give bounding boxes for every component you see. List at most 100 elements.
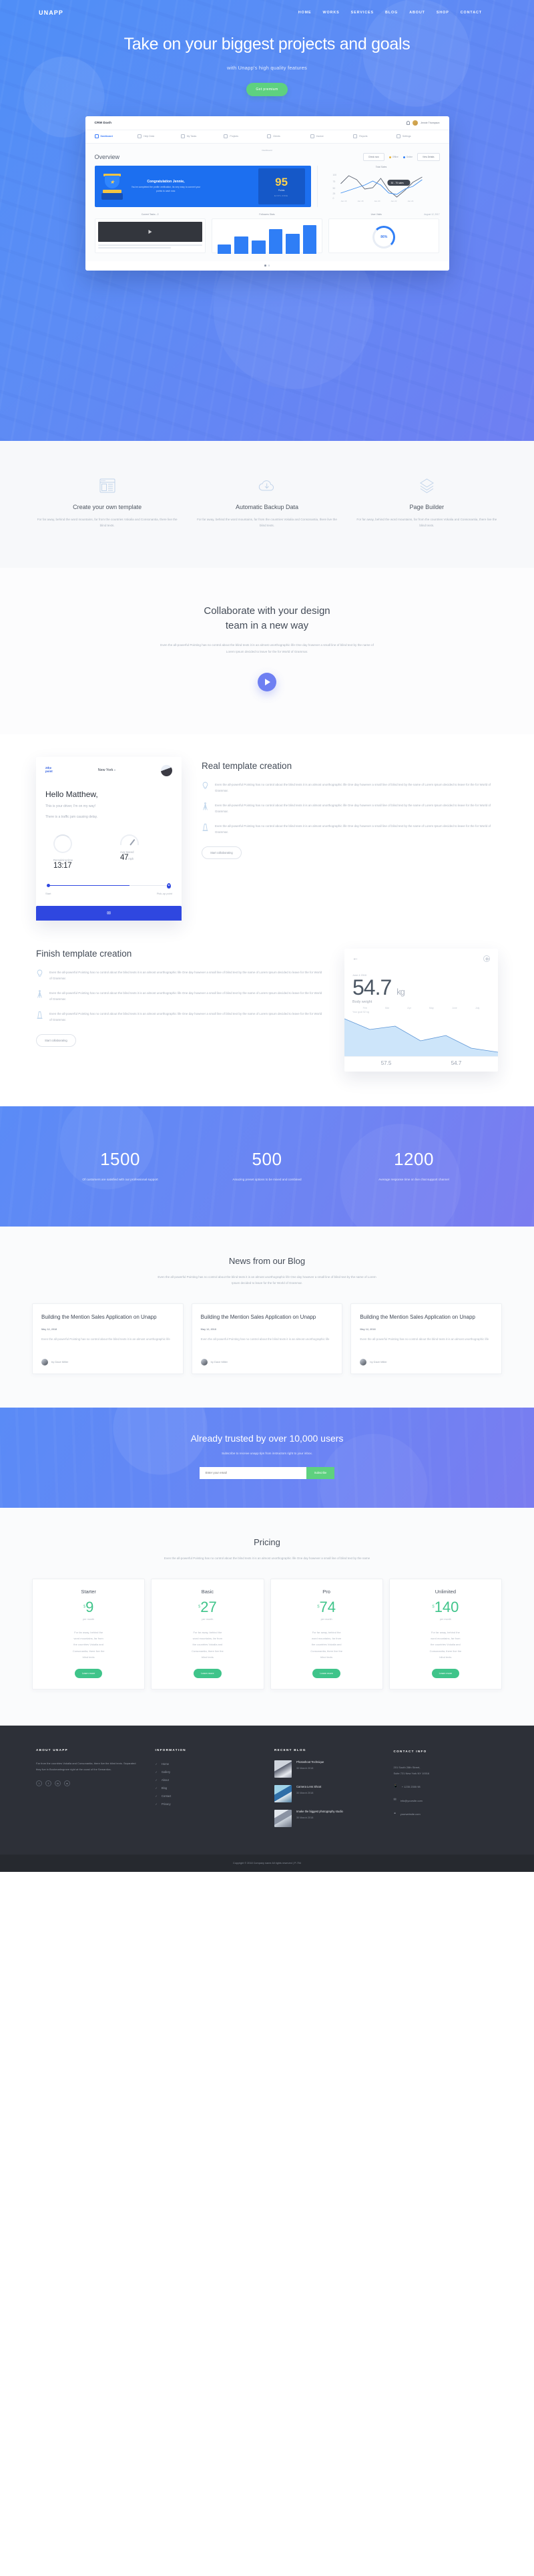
bullet-item: Even the all-powerful Pointing has no co… (36, 1011, 324, 1023)
footer-information-column: INFORMATION Home Gallery About Blog Cont… (156, 1748, 260, 1834)
contact-phone-row[interactable]: 📱 + 1235 2355 98 (394, 1783, 499, 1791)
plan-cta-button[interactable]: Learn more (74, 1669, 103, 1679)
svg-text:Jan 20: Jan 20 (374, 200, 380, 202)
view-details-button[interactable]: View Details (417, 153, 440, 161)
dashboard-tab-clients[interactable]: Clients (267, 134, 310, 138)
dashboard-tab-settings[interactable]: Settings (396, 134, 440, 138)
dashboard-user-area[interactable]: Jennie Thompson (406, 120, 440, 126)
dashboard-tab-invoice[interactable]: Invoice (310, 134, 354, 138)
map-pin-icon (167, 882, 171, 889)
chart-tick: Feb (362, 1006, 367, 1009)
plan-feature: Consonantia, there live the (429, 1649, 462, 1653)
section-title: Real template creation (202, 760, 292, 771)
nav-link-contact[interactable]: CONTACT (461, 11, 482, 15)
stat-item: 500 Amazing preset options to be mixed a… (194, 1149, 340, 1183)
get-premium-button[interactable]: Get premium (246, 83, 288, 96)
author-name: by Dave Miller (210, 1360, 228, 1364)
dashboard-tabs: Dashboard Help Desk My Tasks Projects Cl… (85, 130, 449, 144)
blog-card-title: Building the Mention Sales Application o… (360, 1314, 475, 1321)
dashboard-tab-projects[interactable]: Projects (224, 134, 267, 138)
user-visits-date[interactable]: August 12, 2017 (424, 213, 439, 216)
plan-feature: blind texts (439, 1655, 452, 1659)
footer-links: Home Gallery About Blog Contact Privacy (156, 1760, 260, 1808)
contact-email-row[interactable]: ✉ info@yoursite.com (394, 1796, 499, 1804)
dashboard-tab-dashboard[interactable]: Dashboard (94, 134, 138, 138)
main-navigation: UNAPP HOME WORKS SERVICES BLOG ABOUT SHO… (0, 0, 534, 16)
blog-card-date: May 12, 2018 (41, 1327, 57, 1331)
dashboard-lower-grid: Current Tasks - 2 Followers Stats User V… (94, 213, 440, 254)
plan-cta-button[interactable]: Learn more (194, 1669, 222, 1679)
check-now-button[interactable]: Check now (362, 153, 384, 161)
plan-cta-button[interactable]: Learn more (312, 1669, 340, 1679)
start-collaborating-button[interactable]: Start collaborating (202, 846, 242, 859)
footer-link-home[interactable]: Home (156, 1760, 260, 1768)
linkedin-icon[interactable]: in (55, 1780, 61, 1786)
blog-card[interactable]: Building the Mention Sales Application o… (32, 1303, 184, 1374)
footer-contact-column: CONTACT INFO 201 South 28th Street, Suit… (394, 1748, 499, 1834)
video-thumbnail[interactable] (97, 222, 202, 242)
plan-feature: the countries Vokalia and (311, 1643, 342, 1647)
total-sales-title: Total Sales (375, 166, 387, 168)
tab-label: Reports (359, 135, 368, 138)
plan-features: For far away, behind the word mountains,… (278, 1629, 376, 1660)
play-button[interactable] (258, 672, 276, 691)
facebook-icon[interactable]: f (45, 1780, 51, 1786)
footer-link-contact[interactable]: Contact (156, 1792, 260, 1800)
recent-post[interactable]: Photoshoot Technique 30 March 2018 (274, 1760, 379, 1778)
avatar (412, 120, 418, 126)
start-collaborating-button[interactable]: Start collaborating (36, 1033, 76, 1047)
footer-about-text: Far from the countries Vokalia and Conso… (36, 1762, 136, 1772)
nav-link-blog[interactable]: BLOG (385, 11, 398, 15)
footer-link-privacy[interactable]: Privacy (156, 1800, 260, 1808)
footer-link-gallery[interactable]: Gallery (156, 1768, 260, 1776)
plan-feature: blind texts (82, 1655, 95, 1659)
footer-link-about[interactable]: About (156, 1776, 260, 1784)
social-links: t f in ● (36, 1780, 141, 1786)
carousel-dots[interactable] (85, 261, 449, 271)
nav-link-works[interactable]: WORKS (322, 11, 339, 15)
plan-feature: word mountains, far from (312, 1637, 342, 1641)
breadcrumb: Dashboard (262, 149, 272, 152)
plan-feature: word mountains, far from (192, 1637, 222, 1641)
stat-item: 1200 Average response time on live chat … (340, 1149, 487, 1183)
nav-link-about[interactable]: ABOUT (409, 11, 425, 15)
blog-card[interactable]: Building the Mention Sales Application o… (191, 1303, 343, 1374)
explore-link[interactable]: EXPLORE (274, 195, 288, 197)
city-selector[interactable]: New York ▾ (98, 768, 115, 772)
footer-link-blog[interactable]: Blog (156, 1784, 260, 1792)
dashboard-tab-mytasks[interactable]: My Tasks (180, 134, 224, 138)
contact-website-row[interactable]: ⚭ yourwebsite.com (394, 1810, 499, 1818)
back-arrow-icon[interactable]: ← (352, 955, 358, 961)
pricing-section: Pricing Even the all-powerful Pointing h… (0, 1507, 534, 1726)
recent-post[interactable]: Camera Lens Shoot 30 March 2018 (274, 1785, 379, 1803)
progress-gauge: 86% (372, 226, 396, 249)
nav-link-shop[interactable]: SHOP (437, 11, 449, 15)
weight-number: 54.7 (352, 975, 392, 999)
add-icon[interactable] (483, 955, 490, 962)
twitter-icon[interactable]: t (36, 1780, 42, 1786)
plan-feature: For far away, behind the (312, 1631, 341, 1635)
nav-link-services[interactable]: SERVICES (351, 11, 374, 15)
layers-icon (356, 476, 498, 496)
blog-card[interactable]: Building the Mention Sales Application o… (350, 1303, 503, 1374)
app-primary-button[interactable]: ✉ (36, 905, 182, 921)
svg-text:Jan 22: Jan 22 (390, 200, 396, 202)
banner-text: Congratulation Jennie, You've completed … (129, 180, 204, 193)
plan-feature: blind texts (320, 1655, 333, 1659)
weight-value: 54.7 kg (344, 977, 498, 998)
feature-text: For far away, behind the word mountains,… (356, 518, 497, 528)
chart-month-labels: Feb Mar Apr May June July (344, 1007, 498, 1009)
bullet-text: Even the all-powerful Pointing has no co… (49, 991, 322, 1001)
trip-progress-track[interactable] (45, 882, 172, 889)
recent-post[interactable]: Imake the biggest photography studio 30 M… (274, 1810, 379, 1828)
plan-cta-button[interactable]: Learn more (431, 1669, 460, 1679)
nav-link-home[interactable]: HOME (298, 11, 312, 15)
notification-bell-icon[interactable] (406, 121, 410, 125)
collaborate-title-line1: Collaborate with your design (204, 605, 330, 617)
email-input[interactable] (199, 1466, 306, 1479)
site-logo[interactable]: UNAPP (39, 9, 63, 16)
dribbble-icon[interactable]: ● (64, 1780, 70, 1786)
dashboard-tab-reports[interactable]: Reports (353, 134, 396, 138)
subscribe-button[interactable]: Subscribe (306, 1466, 335, 1479)
dashboard-tab-helpdesk[interactable]: Help Desk (138, 134, 181, 138)
